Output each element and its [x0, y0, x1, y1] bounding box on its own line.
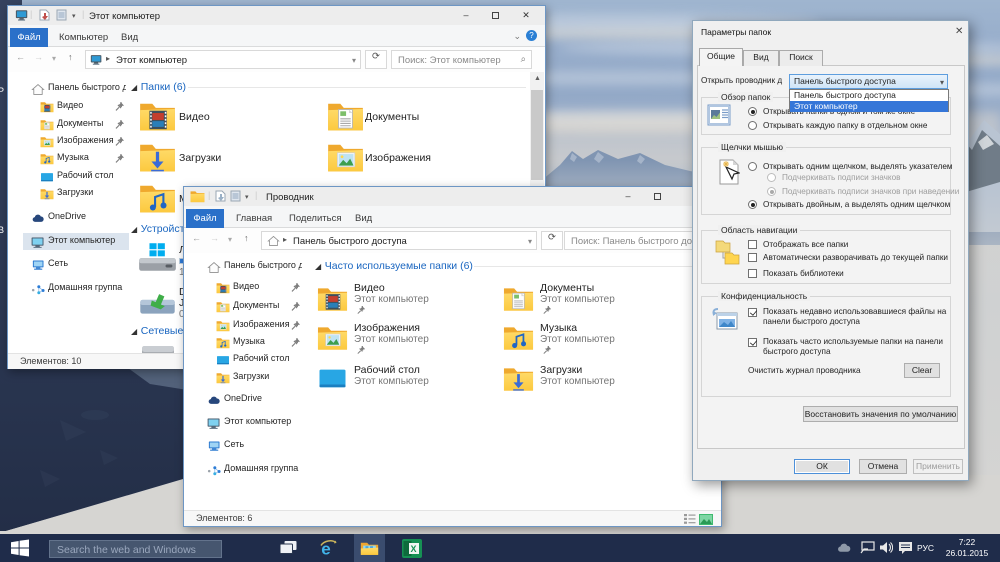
svg-text:X: X — [411, 544, 417, 554]
svg-text:Р: Р — [0, 86, 4, 96]
svg-text:В: В — [0, 225, 4, 235]
